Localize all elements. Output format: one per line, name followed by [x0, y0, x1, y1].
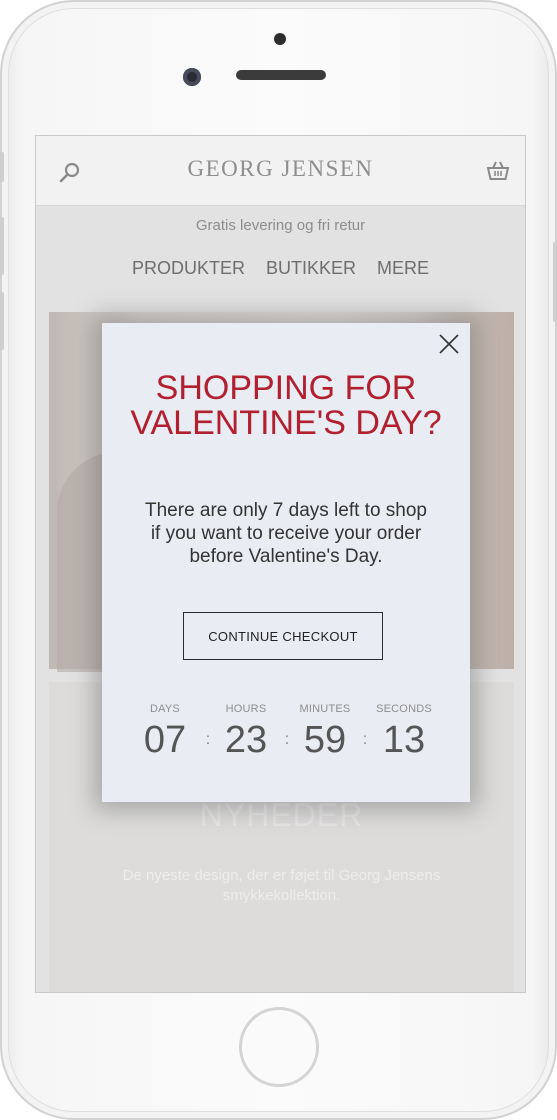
volume-down-button	[0, 292, 4, 350]
countdown-seconds-label: SECONDS	[376, 703, 432, 715]
front-sensor	[274, 33, 286, 45]
continue-checkout-button[interactable]: CONTINUE CHECKOUT	[183, 612, 383, 660]
popup-message-line-2: if you want to receive your order	[150, 523, 422, 544]
brand-logo[interactable]: GEORG JENSEN	[36, 156, 525, 182]
site-header: GEORG JENSEN	[36, 136, 525, 206]
earpiece-speaker	[236, 70, 326, 80]
front-camera	[183, 68, 201, 86]
countdown-timer: DAYS 07 : HOURS 23 : MINUTES 59 : SECOND…	[102, 703, 470, 773]
countdown-seconds-value: 13	[382, 719, 426, 761]
promo-banner[interactable]: Gratis levering og fri retur	[36, 206, 525, 246]
countdown-minutes: MINUTES 59	[285, 703, 365, 763]
home-button[interactable]	[239, 1007, 319, 1087]
phone-frame: GEORG JENSEN Gratis levering og fri retu…	[0, 0, 557, 1120]
popup-message-line-3: before Valentine's Day.	[189, 546, 383, 567]
silent-switch	[0, 152, 4, 182]
countdown-days-label: DAYS	[150, 703, 180, 715]
popup-message-line-1: There are only 7 days left to shop	[145, 500, 427, 521]
countdown-hours-value: 23	[224, 719, 268, 761]
volume-up-button	[0, 217, 4, 275]
power-button	[553, 242, 557, 322]
valentines-popup: SHOPPING FOR VALENTINE'S DAY? There are …	[102, 323, 470, 802]
popup-title-line-1: SHOPPING FOR	[155, 369, 417, 407]
popup-title: SHOPPING FOR VALENTINE'S DAY?	[102, 371, 470, 441]
countdown-hours-label: HOURS	[225, 703, 267, 715]
countdown-seconds: SECONDS 13	[364, 703, 444, 763]
popup-title-line-2: VALENTINE'S DAY?	[130, 404, 442, 442]
countdown-minutes-label: MINUTES	[299, 703, 351, 715]
close-icon[interactable]	[438, 333, 460, 355]
countdown-days-value: 07	[143, 719, 187, 761]
popup-message: There are only 7 days left to shop if yo…	[122, 499, 450, 568]
countdown-days: DAYS 07	[125, 703, 205, 763]
countdown-minutes-value: 59	[303, 719, 347, 761]
countdown-hours: HOURS 23	[206, 703, 286, 763]
phone-screen: GEORG JENSEN Gratis levering og fri retu…	[35, 135, 526, 993]
basket-icon[interactable]	[485, 158, 511, 184]
